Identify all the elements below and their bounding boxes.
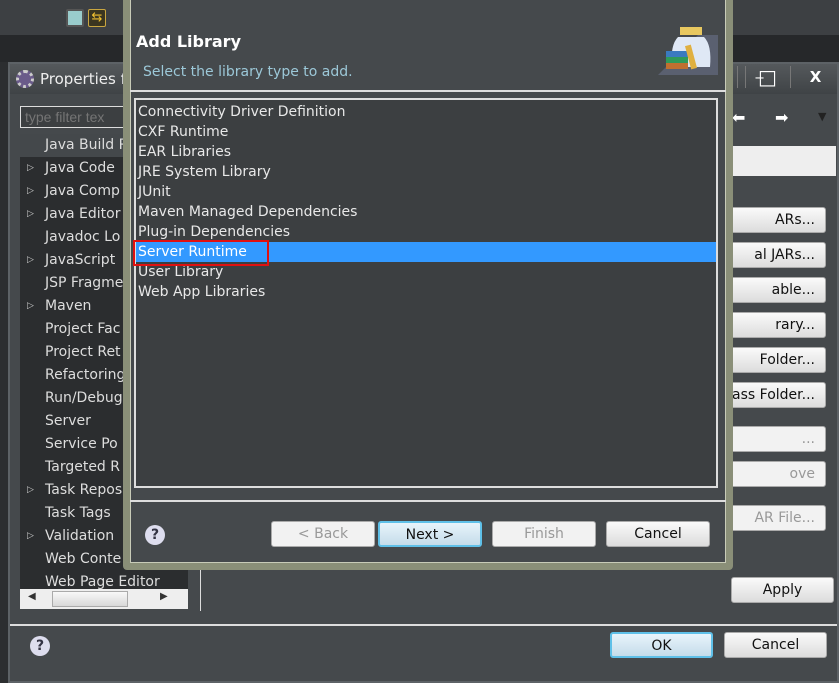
divider [130, 500, 726, 502]
tree-item-label: Targeted R [45, 459, 120, 475]
tab-area [730, 146, 836, 176]
apply-button[interactable]: Apply [731, 577, 834, 603]
library-type-item[interactable]: Connectivity Driver Definition [136, 102, 716, 122]
library-type-list[interactable]: Connectivity Driver Definition CXF Runtim… [133, 98, 718, 488]
tree-item-label: Java Editor [45, 206, 121, 222]
library-type-item[interactable]: EAR Libraries [136, 142, 716, 162]
cancel-button[interactable]: Cancel [724, 632, 827, 658]
tree-item-label: Java Code [45, 160, 115, 176]
library-jar-icon [658, 27, 718, 75]
highlight-box [133, 240, 269, 266]
tree-item-label: Refactoring [45, 367, 126, 383]
scroll-thumb[interactable] [52, 591, 128, 607]
library-type-item[interactable]: JUnit [136, 182, 716, 202]
dialog-title: Add Library [136, 32, 241, 51]
collapse-all-icon[interactable] [66, 9, 84, 27]
library-type-item[interactable]: Plug-in Dependencies [136, 222, 716, 242]
tree-item-label: Run/Debug [45, 390, 123, 406]
tree-item-label: Server [45, 413, 91, 429]
help-icon[interactable]: ? [30, 636, 50, 656]
tree-item-label: Javadoc Lo [45, 229, 121, 245]
tree-item-label: Service Po [45, 436, 118, 452]
dialog-subtitle: Select the library type to add. [143, 64, 353, 80]
tree-horizontal-scrollbar[interactable]: ◀ ▶ [20, 589, 188, 609]
next-button[interactable]: Next > [378, 521, 482, 547]
library-type-item[interactable]: Web App Libraries [136, 282, 716, 302]
back-button[interactable]: < Back [271, 521, 375, 547]
expand-arrow-icon[interactable]: ▷ [27, 479, 34, 502]
finish-button[interactable]: Finish [492, 521, 596, 547]
library-type-item[interactable]: CXF Runtime [136, 122, 716, 142]
link-with-editor-icon[interactable]: ⇆ [88, 9, 106, 27]
tree-item-label: Project Fac [45, 321, 121, 337]
tree-item-label: Task Repos [45, 482, 123, 498]
dialog-cancel-button[interactable]: Cancel [606, 521, 710, 547]
expand-arrow-icon[interactable]: ▷ [27, 249, 34, 272]
expand-arrow-icon[interactable]: ▷ [27, 295, 34, 318]
tree-item-label: Maven [45, 298, 92, 314]
properties-title: Properties f [40, 70, 126, 88]
dialog-header: Add Library Select the library type to a… [130, 0, 726, 92]
maximize-button[interactable]: □ [745, 66, 789, 88]
close-button[interactable]: X [790, 66, 839, 88]
tree-item-label: Java Build P [45, 137, 128, 153]
gear-icon [16, 70, 34, 88]
tree-item-label: Java Comp [45, 183, 120, 199]
expand-arrow-icon[interactable]: ▷ [27, 203, 34, 226]
library-type-item[interactable]: JRE System Library [136, 162, 716, 182]
tree-item[interactable]: Web Page Editor [20, 571, 188, 589]
tree-item-label: JSP Fragme [45, 275, 124, 291]
add-library-dialog: Add Library Select the library type to a… [123, 0, 733, 570]
forward-arrow-icon[interactable]: ➡ [775, 108, 788, 127]
back-arrow-icon[interactable]: ⬅ [732, 108, 745, 127]
library-type-item[interactable]: Maven Managed Dependencies [136, 202, 716, 222]
scroll-left-icon[interactable]: ◀ [28, 591, 36, 602]
tree-item-label: Task Tags [45, 505, 111, 521]
view-menu-icon[interactable]: ▼ [818, 110, 826, 123]
expand-arrow-icon[interactable]: ▷ [27, 525, 34, 548]
expand-arrow-icon[interactable]: ▷ [27, 180, 34, 203]
scroll-right-icon[interactable]: ▶ [160, 591, 168, 602]
expand-arrow-icon[interactable]: ▷ [27, 157, 34, 180]
tree-item-label: Project Ret [45, 344, 121, 360]
divider [10, 624, 837, 626]
ok-button[interactable]: OK [610, 632, 713, 658]
tree-item-label: JavaScript [45, 252, 116, 268]
tree-item-label: Web Page Editor [45, 574, 160, 589]
tree-item-label: Web Conte [45, 551, 122, 567]
help-icon[interactable]: ? [145, 525, 165, 545]
tree-item-label: Validation [45, 528, 115, 544]
